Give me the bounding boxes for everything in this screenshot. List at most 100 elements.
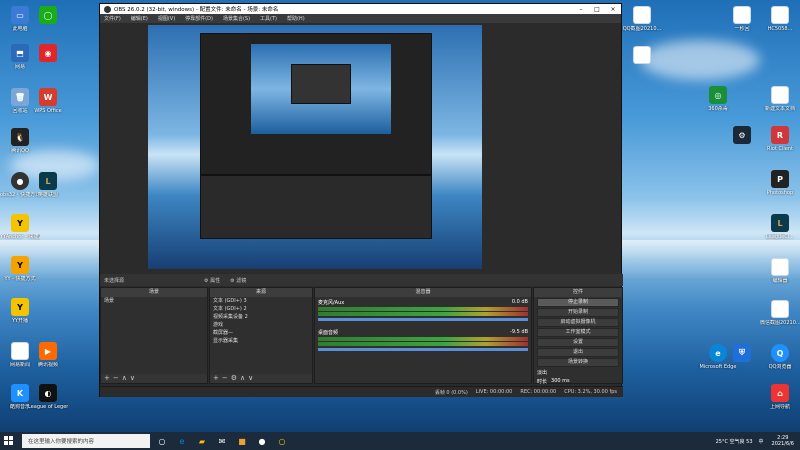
source-item[interactable]: 截屏器—: [210, 329, 312, 337]
mixer-panel: 混音器 麦克风/Aux 0.0 dB 桌面音频 -9.5 dB: [314, 287, 532, 384]
obs-window[interactable]: OBS 26.0.2 (32-bit, windows) - 配置文件: 未命名…: [99, 3, 623, 397]
obs-statusbar: 丢帧 0 (0.0%) LIVE: 00:00:00 REC: 00:00:00…: [100, 386, 623, 397]
mixer-channel-header: 麦克风/Aux 0.0 dB: [315, 297, 531, 306]
settings-button[interactable]: 设置: [537, 338, 619, 347]
nested-obs-preview: [200, 33, 432, 175]
audio-meter: [318, 337, 528, 341]
source-toolbar: 未选择源 ⚙ 属性 ⚙ 滤镜: [100, 274, 623, 286]
source-item[interactable]: 游戏: [210, 321, 312, 329]
menu-help[interactable]: 帮助(H): [287, 15, 305, 22]
obs-window-title: OBS 26.0.2 (32-bit, windows) - 配置文件: 未命名…: [114, 7, 279, 13]
desktop-icon-riot[interactable]: R Riot Client: [760, 126, 800, 152]
clock-date: 2021/6/6: [771, 441, 794, 447]
search-placeholder: 在这里输入你要搜索的内容: [28, 439, 95, 445]
source-item[interactable]: 文本 (GDI+) 3: [210, 297, 312, 305]
scenes-toolbar[interactable]: +−∧∨: [101, 374, 207, 383]
start-button[interactable]: [0, 432, 18, 450]
desktop-icon-qq-screenshot[interactable]: ▤ QQ截图20210...: [622, 6, 662, 32]
scene-transitions-title: 场景转换: [537, 358, 619, 367]
mixer-channel-name: 麦克风/Aux: [318, 300, 345, 306]
menu-edit[interactable]: 编辑(E): [131, 15, 148, 22]
source-item[interactable]: 文本 (GDI+) 2: [210, 305, 312, 313]
volume-slider[interactable]: [318, 318, 528, 321]
windows-icon: [4, 436, 13, 445]
start-recording-button[interactable]: 开始录制: [537, 308, 619, 317]
desktop-icon-yy-live[interactable]: Y YY开播: [0, 298, 40, 324]
live-timer: LIVE: 00:00:00: [475, 389, 513, 395]
desktop-icon-wechat[interactable]: ◯: [28, 6, 68, 26]
desktop-icon-yimiaohui[interactable]: ▤ 一秒回: [722, 6, 762, 32]
desktop-icon-new-text[interactable]: ▤ 新建文本文档: [760, 86, 800, 112]
store-icon[interactable]: ■: [234, 434, 250, 448]
system-tray: 25°C 空气良 53 中 2:29 2021/6/6: [710, 435, 800, 447]
sources-panel: 来源 文本 (GDI+) 3 文本 (GDI+) 2 视频采集设备 2 游戏 截…: [209, 287, 313, 384]
controls-panel: 控件 停止录制 开始录制 启动虚拟摄像机 工作室模式 设置 退出 场景转换 淡出…: [533, 287, 623, 386]
desktop-icon-yyanchor[interactable]: YYYAnchor - 快捷方式: [0, 214, 40, 240]
dropped-frames: 丢帧 0 (0.0%): [434, 389, 468, 396]
sources-toolbar[interactable]: +−⚙∧∨: [210, 374, 312, 383]
properties-button[interactable]: ⚙ 属性: [204, 277, 220, 284]
mixer-channel-db: 0.0 dB: [511, 299, 528, 305]
edge-taskbar-icon[interactable]: e: [174, 434, 190, 448]
desktop-icon-lol[interactable]: L 英雄联盟: [28, 172, 68, 198]
file-explorer-icon[interactable]: ▰: [194, 434, 210, 448]
audio-meter: [318, 312, 528, 316]
source-item[interactable]: 显示器采集: [210, 337, 312, 345]
desktop-icon-tencent-video[interactable]: ▶ 腾讯视频: [28, 342, 68, 368]
obs-menubar: 文件(F) 编辑(E) 视图(V) 停靠部件(D) 场景集合(S) 工具(T) …: [100, 14, 621, 23]
mixer-title: 混音器: [315, 288, 531, 297]
virtual-camera-button[interactable]: 启动虚拟摄像机: [537, 318, 619, 327]
desktop-icon-netease[interactable]: ◉: [28, 44, 68, 64]
nested-obs-panels: [200, 175, 432, 239]
transition-select[interactable]: 淡出: [534, 368, 622, 377]
menu-tools[interactable]: 工具(T): [260, 15, 277, 22]
app-taskbar-icon[interactable]: ○: [274, 434, 290, 448]
obs-titlebar[interactable]: OBS 26.0.2 (32-bit, windows) - 配置文件: 未命名…: [100, 4, 621, 14]
desktop-icon-shield[interactable]: ⛨: [722, 344, 762, 364]
desktop-icon-360[interactable]: ◎ 360杀毒: [698, 86, 738, 112]
taskbar-search-box[interactable]: 在这里输入你要搜索的内容: [22, 434, 150, 448]
desktop-icon-wps[interactable]: W WPS Office: [28, 88, 68, 114]
desktop-icon-wechat-screenshot[interactable]: ▤ 微信截图20210...: [760, 300, 800, 326]
desktop-icon-hc5058[interactable]: ▤ HC5058...: [760, 6, 800, 32]
minimize-icon[interactable]: –: [573, 6, 589, 13]
desktop-icon-steam[interactable]: ⚙: [722, 126, 762, 146]
studio-mode-button[interactable]: 工作室模式: [537, 328, 619, 337]
exit-button[interactable]: 退出: [537, 348, 619, 357]
scenes-title: 场景: [101, 288, 207, 297]
stop-recording-button[interactable]: 停止录制: [537, 298, 619, 307]
menu-view[interactable]: 视图(V): [158, 15, 175, 22]
menu-file[interactable]: 文件(F): [104, 15, 121, 22]
desktop-icon-qq[interactable]: 🐧 腾讯QQ: [0, 128, 40, 154]
filters-button[interactable]: ⚙ 滤镜: [230, 277, 246, 284]
desktop-icon-photoshop[interactable]: P Photoshop: [760, 170, 800, 196]
taskbar: 在这里输入你要搜索的内容 ○ e ▰ ✉ ■ ● ○ 25°C 空气良 53 中…: [0, 432, 800, 450]
input-method[interactable]: 中: [759, 438, 764, 445]
source-item[interactable]: 视频采集设备 2: [210, 313, 312, 321]
scene-item[interactable]: 场景: [101, 297, 207, 305]
desktop-icon-qq-browser[interactable]: Q QQ浏览器: [760, 344, 800, 370]
obs-preview-canvas[interactable]: [148, 25, 482, 269]
desktop: ▭ 此电脑 ◯ ⬒ 网易 ◉ 🗑 回收站 W WPS Office 🐧 腾讯QQ ● obs…: [0, 0, 800, 432]
task-view-icon[interactable]: ○: [154, 434, 170, 448]
mixer-channel-header: 桌面音频 -9.5 dB: [315, 323, 531, 336]
menu-scene-collection[interactable]: 场景集合(S): [223, 15, 250, 22]
duration-field[interactable]: 时长 300 ms: [534, 377, 622, 386]
clock[interactable]: 2:29 2021/6/6: [772, 435, 794, 447]
close-icon[interactable]: ×: [605, 6, 621, 13]
weather-widget[interactable]: 25°C 空气良 53: [716, 438, 753, 445]
menu-docks[interactable]: 停靠部件(D): [185, 15, 213, 22]
obs-logo-icon: [104, 5, 111, 13]
audio-meter: [318, 307, 528, 311]
desktop-icon-navigation[interactable]: ⌂ 上网导航: [760, 384, 800, 410]
maximize-icon[interactable]: □: [589, 6, 605, 13]
desktop-icon-editor[interactable]: ▤ 编辑器: [760, 258, 800, 284]
desktop-icon-leaguecl[interactable]: L LeagueCl...: [760, 214, 800, 240]
desktop-icon-league[interactable]: ◐League of Legends: [28, 384, 68, 410]
mail-icon[interactable]: ✉: [214, 434, 230, 448]
scenes-panel: 场景 场景 +−∧∨: [100, 287, 208, 384]
obs-taskbar-icon[interactable]: ●: [254, 434, 270, 448]
desktop-icon-yy[interactable]: Y YY - 快捷方式: [0, 256, 40, 282]
volume-slider[interactable]: [318, 348, 528, 351]
desktop-icon-doc[interactable]: ▤: [622, 46, 662, 66]
